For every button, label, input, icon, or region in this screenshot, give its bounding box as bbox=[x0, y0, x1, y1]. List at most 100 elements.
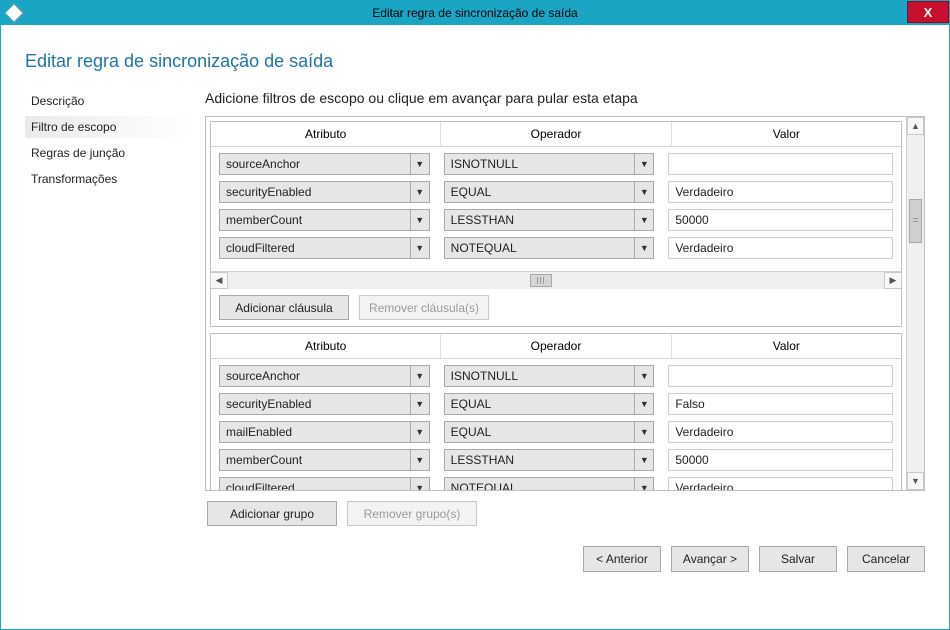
scroll-thumb[interactable] bbox=[530, 274, 552, 287]
operator-dropdown[interactable]: LESSTHAN ▼ bbox=[444, 209, 655, 231]
attribute-dropdown[interactable]: mailEnabled ▼ bbox=[219, 421, 430, 443]
chevron-down-icon[interactable]: ▼ bbox=[410, 365, 430, 387]
operator-value: NOTEQUAL bbox=[444, 477, 635, 490]
group-rows: sourceAnchor ▼ ISNOTNULL ▼ bbox=[211, 359, 901, 490]
chevron-down-icon[interactable]: ▼ bbox=[410, 449, 430, 471]
operator-value: EQUAL bbox=[444, 393, 635, 415]
close-icon: X bbox=[924, 5, 933, 20]
sidebar-item-description[interactable]: Descrição bbox=[25, 90, 195, 112]
col-attribute: Atributo bbox=[211, 122, 441, 146]
vertical-scrollbar[interactable]: ▲ ▼ bbox=[906, 117, 924, 490]
scroll-down-icon[interactable]: ▼ bbox=[907, 472, 924, 490]
chevron-down-icon[interactable]: ▼ bbox=[634, 237, 654, 259]
attribute-dropdown[interactable]: securityEnabled ▼ bbox=[219, 393, 430, 415]
value-input[interactable]: Verdadeiro bbox=[668, 181, 893, 203]
clause-button-row: Adicionar cláusula Remover cláusula(s) bbox=[211, 289, 901, 326]
scroll-thumb[interactable] bbox=[909, 199, 922, 243]
app-window: Editar regra de sincronização de saída X… bbox=[0, 0, 950, 630]
page-heading: Editar regra de sincronização de saída bbox=[25, 51, 925, 72]
chevron-down-icon[interactable]: ▼ bbox=[634, 365, 654, 387]
attribute-dropdown[interactable]: cloudFiltered ▼ bbox=[219, 237, 430, 259]
chevron-down-icon[interactable]: ▼ bbox=[410, 237, 430, 259]
chevron-down-icon[interactable]: ▼ bbox=[410, 393, 430, 415]
chevron-down-icon[interactable]: ▼ bbox=[634, 181, 654, 203]
attribute-dropdown[interactable]: memberCount ▼ bbox=[219, 209, 430, 231]
chevron-down-icon[interactable]: ▼ bbox=[634, 209, 654, 231]
sidebar-item-scope-filter[interactable]: Filtro de escopo bbox=[25, 116, 195, 138]
wizard-sidebar: Descrição Filtro de escopo Regras de jun… bbox=[25, 90, 205, 611]
operator-dropdown[interactable]: EQUAL ▼ bbox=[444, 421, 655, 443]
add-group-button[interactable]: Adicionar grupo bbox=[207, 501, 337, 526]
remove-group-button[interactable]: Remover grupo(s) bbox=[347, 501, 477, 526]
value-input[interactable]: Verdadeiro bbox=[668, 421, 893, 443]
close-button[interactable]: X bbox=[907, 1, 949, 23]
chevron-down-icon[interactable]: ▼ bbox=[634, 153, 654, 175]
clause-row: sourceAnchor ▼ ISNOTNULL ▼ bbox=[219, 153, 893, 175]
operator-dropdown[interactable]: ISNOTNULL ▼ bbox=[444, 153, 655, 175]
value-input[interactable]: Verdadeiro bbox=[668, 237, 893, 259]
body-row: Descrição Filtro de escopo Regras de jun… bbox=[25, 90, 925, 611]
operator-value: EQUAL bbox=[444, 421, 635, 443]
clause-row: securityEnabled ▼ EQUAL ▼ Falso bbox=[219, 393, 893, 415]
col-attribute: Atributo bbox=[211, 334, 441, 358]
chevron-down-icon[interactable]: ▼ bbox=[410, 209, 430, 231]
chevron-down-icon[interactable]: ▼ bbox=[410, 181, 430, 203]
chevron-down-icon[interactable]: ▼ bbox=[634, 449, 654, 471]
operator-value: ISNOTNULL bbox=[444, 153, 635, 175]
col-value: Valor bbox=[672, 122, 901, 146]
attribute-dropdown[interactable]: cloudFiltered ▼ bbox=[219, 477, 430, 490]
clause-row: securityEnabled ▼ EQUAL ▼ Verdadeiro bbox=[219, 181, 893, 203]
previous-button[interactable]: < Anterior bbox=[583, 546, 661, 572]
chevron-down-icon[interactable]: ▼ bbox=[634, 393, 654, 415]
chevron-down-icon[interactable]: ▼ bbox=[410, 153, 430, 175]
scroll-track[interactable] bbox=[228, 272, 884, 289]
add-clause-button[interactable]: Adicionar cláusula bbox=[219, 295, 349, 320]
value-input[interactable] bbox=[668, 153, 893, 175]
clause-row: cloudFiltered ▼ NOTEQUAL ▼ Verdadeiro bbox=[219, 237, 893, 259]
horizontal-scrollbar[interactable]: ◀ ▶ bbox=[210, 271, 902, 289]
chevron-down-icon[interactable]: ▼ bbox=[634, 421, 654, 443]
attribute-value: sourceAnchor bbox=[219, 153, 410, 175]
operator-dropdown[interactable]: LESSTHAN ▼ bbox=[444, 449, 655, 471]
attribute-dropdown[interactable]: memberCount ▼ bbox=[219, 449, 430, 471]
value-input[interactable]: Falso bbox=[668, 393, 893, 415]
operator-dropdown[interactable]: EQUAL ▼ bbox=[444, 181, 655, 203]
remove-clause-button[interactable]: Remover cláusula(s) bbox=[359, 295, 489, 320]
group-button-row: Adicionar grupo Remover grupo(s) bbox=[207, 501, 925, 526]
sidebar-item-join-rules[interactable]: Regras de junção bbox=[25, 142, 195, 164]
value-input[interactable]: 50000 bbox=[668, 449, 893, 471]
chevron-down-icon[interactable]: ▼ bbox=[410, 477, 430, 490]
operator-value: NOTEQUAL bbox=[444, 237, 635, 259]
groups-container: Atributo Operador Valor sourceAnchor ▼ bbox=[205, 116, 925, 491]
save-button[interactable]: Salvar bbox=[759, 546, 837, 572]
scroll-up-icon[interactable]: ▲ bbox=[907, 117, 924, 135]
groups-scroll-viewport: Atributo Operador Valor sourceAnchor ▼ bbox=[206, 117, 906, 490]
next-button[interactable]: Avançar > bbox=[671, 546, 749, 572]
col-operator: Operador bbox=[441, 122, 671, 146]
operator-dropdown[interactable]: NOTEQUAL ▼ bbox=[444, 237, 655, 259]
attribute-value: securityEnabled bbox=[219, 393, 410, 415]
chevron-down-icon[interactable]: ▼ bbox=[634, 477, 654, 490]
attribute-dropdown[interactable]: securityEnabled ▼ bbox=[219, 181, 430, 203]
col-operator: Operador bbox=[441, 334, 671, 358]
attribute-dropdown[interactable]: sourceAnchor ▼ bbox=[219, 365, 430, 387]
attribute-value: cloudFiltered bbox=[219, 477, 410, 490]
attribute-value: mailEnabled bbox=[219, 421, 410, 443]
content-area: Editar regra de sincronização de saída D… bbox=[1, 25, 949, 629]
operator-dropdown[interactable]: NOTEQUAL ▼ bbox=[444, 477, 655, 490]
value-input[interactable]: 50000 bbox=[668, 209, 893, 231]
value-input[interactable]: Verdadeiro bbox=[668, 477, 893, 490]
value-input[interactable] bbox=[668, 365, 893, 387]
sidebar-item-transformations[interactable]: Transformações bbox=[25, 168, 195, 190]
operator-dropdown[interactable]: ISNOTNULL ▼ bbox=[444, 365, 655, 387]
attribute-value: cloudFiltered bbox=[219, 237, 410, 259]
chevron-down-icon[interactable]: ▼ bbox=[410, 421, 430, 443]
cancel-button[interactable]: Cancelar bbox=[847, 546, 925, 572]
col-value: Valor bbox=[672, 334, 901, 358]
attribute-dropdown[interactable]: sourceAnchor ▼ bbox=[219, 153, 430, 175]
scroll-left-icon[interactable]: ◀ bbox=[210, 272, 228, 289]
titlebar: Editar regra de sincronização de saída X bbox=[1, 1, 949, 25]
scroll-right-icon[interactable]: ▶ bbox=[884, 272, 902, 289]
group-header: Atributo Operador Valor bbox=[211, 334, 901, 359]
operator-dropdown[interactable]: EQUAL ▼ bbox=[444, 393, 655, 415]
